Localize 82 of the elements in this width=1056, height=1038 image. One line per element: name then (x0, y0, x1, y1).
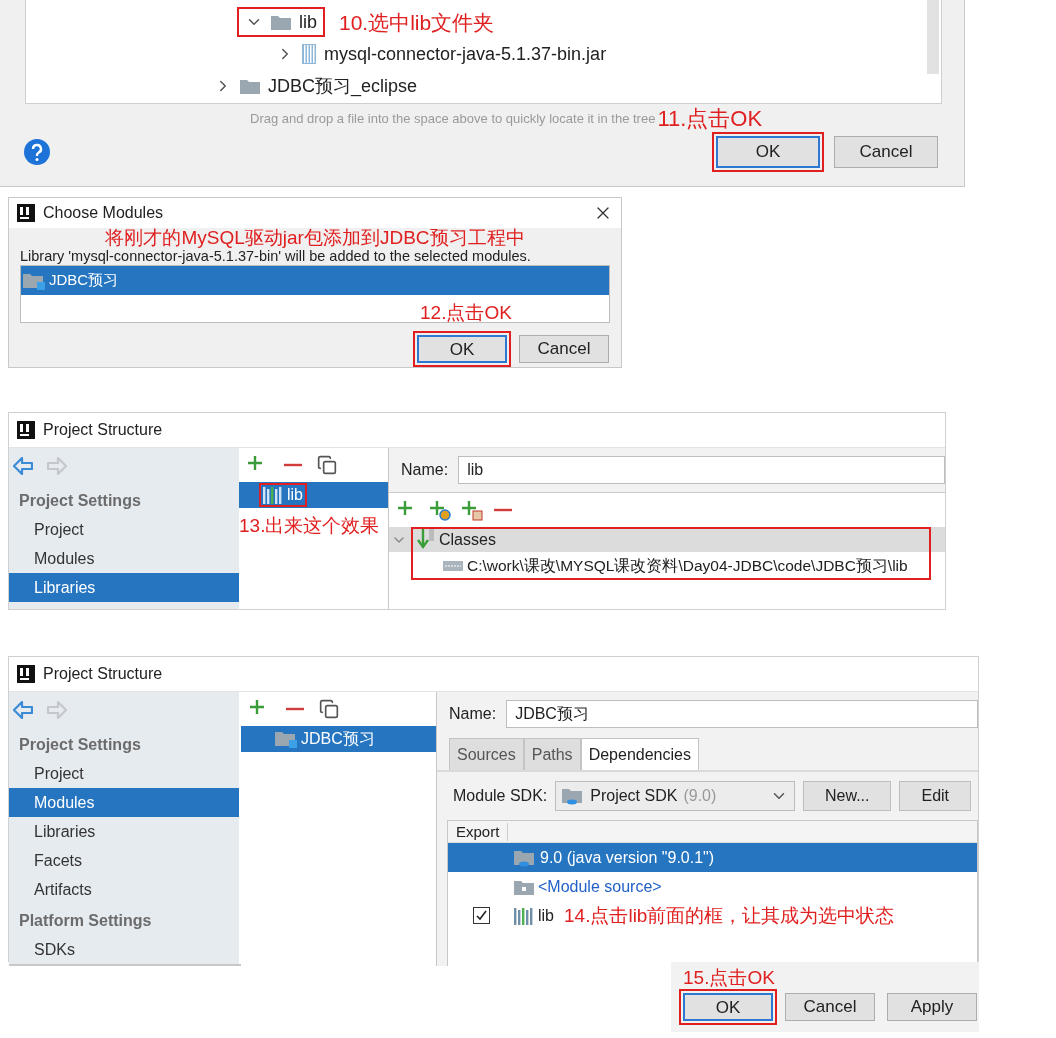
list-item[interactable]: JDBC预习 (241, 726, 436, 752)
dialog-button[interactable]: Cancel (785, 993, 875, 1021)
sidebar-item[interactable]: Project (9, 759, 239, 788)
dependency-name: 9.0 (java version "9.0.1") (540, 847, 715, 868)
dialog-button[interactable]: Cancel (834, 136, 938, 168)
sdk-button[interactable]: Edit (899, 781, 972, 811)
highlight-frame: lib (259, 483, 307, 507)
add-jar-icon[interactable] (461, 499, 483, 521)
column-header: Export (448, 822, 509, 841)
sidebar-item[interactable]: Artifacts (9, 875, 239, 904)
name-label: Name: (449, 704, 497, 724)
list-item[interactable]: lib (239, 482, 388, 508)
tab[interactable]: Paths (523, 738, 581, 770)
back-arrow-icon[interactable] (13, 701, 33, 719)
table-row[interactable]: lib 14.点击lib前面的框，让其成为选中状态 (448, 901, 977, 930)
dependency-name: lib (538, 905, 554, 926)
tab[interactable]: Sources (449, 738, 524, 770)
sdk-label: Module SDK: (453, 786, 548, 806)
scrollbar-thumb[interactable] (927, 0, 939, 74)
dependency-name: <Module source> (538, 876, 662, 897)
folder-icon (240, 78, 260, 94)
tree-item[interactable]: mysql-connector-java-5.1.37-bin.jar (324, 40, 607, 68)
classes-icon (417, 528, 435, 551)
help-icon[interactable] (24, 139, 50, 165)
hint-text: Drag and drop a file into the space above to quickly locate it in the tree (250, 109, 656, 128)
annotation-text: 14.点击lib前面的框，让其成为选中状态 (564, 906, 895, 925)
folder-icon (271, 14, 291, 30)
section-heading: Project Settings (18, 735, 142, 755)
jar-folder-icon (443, 561, 463, 571)
library-icon (514, 906, 534, 925)
sidebar-item[interactable]: Libraries (9, 573, 239, 602)
module-list-item[interactable]: JDBC预习 (21, 266, 609, 295)
tree-row[interactable]: C:\work\课改\MYSQL课改资料\Day04-JDBC\code\JDBC预习\lib (389, 552, 945, 580)
sdk-folder-icon (562, 787, 585, 805)
add-remote-icon[interactable] (429, 499, 451, 521)
tree-item[interactable]: lib (299, 8, 317, 36)
app-logo-icon (17, 665, 35, 683)
section-heading: Platform Settings (18, 911, 153, 931)
checkbox[interactable] (472, 907, 490, 924)
dialog-button[interactable]: OK (683, 993, 773, 1021)
sidebar-item[interactable]: Project (9, 515, 239, 544)
sidebar-item[interactable]: Modules (9, 544, 239, 573)
window-title: Choose Modules (43, 203, 164, 223)
section-heading: Project Settings (18, 491, 142, 511)
annotation-text: 将刚才的MySQL驱动jar包添加到JDBC预习工程中 (105, 228, 525, 247)
library-icon (263, 486, 283, 504)
module-folder-icon (275, 730, 297, 748)
tree-row[interactable]: Classes (389, 527, 945, 552)
annotation-text: 10.选中lib文件夹 (339, 11, 495, 33)
dialog-button[interactable]: OK (417, 335, 507, 363)
sdk-dropdown[interactable]: Project SDK (9.0) (555, 781, 796, 811)
annotation-text: 12.点击OK (420, 303, 512, 322)
window-title: Project Structure (43, 420, 163, 440)
source-folder-icon (514, 878, 534, 895)
dialog-button[interactable]: OK (716, 136, 820, 168)
name-label: Name: (401, 460, 449, 480)
description-text: Library 'mysql-connector-java-5.1.37-bin' will be added to the selected modules. (19, 248, 532, 265)
jar-icon (302, 44, 316, 64)
app-logo-icon (17, 421, 35, 439)
name-field[interactable]: lib (458, 456, 945, 484)
name-field[interactable]: JDBC预习 (506, 700, 978, 728)
dialog-button[interactable]: Cancel (519, 335, 609, 363)
annotation-text: 11.点击OK (657, 108, 763, 130)
table-row[interactable]: 9.0 (java version "9.0.1") (448, 843, 977, 872)
annotation-text: 13.出来这个效果 (239, 516, 381, 535)
back-arrow-icon[interactable] (13, 457, 33, 475)
copy-icon[interactable] (317, 455, 337, 475)
sdk-folder-icon (514, 848, 536, 867)
app-logo-icon (17, 204, 35, 222)
module-folder-icon (23, 271, 45, 290)
copy-icon[interactable] (319, 699, 339, 719)
sidebar-item[interactable]: SDKs (9, 935, 239, 964)
table-row[interactable]: <Module source> (448, 872, 977, 901)
window-title: Project Structure (43, 664, 163, 684)
dialog-button[interactable]: Apply (887, 993, 977, 1021)
sidebar-item[interactable]: Facets (9, 846, 239, 875)
annotation-text: 15.点击OK (682, 966, 776, 987)
tab[interactable]: Dependencies (580, 738, 699, 770)
sidebar-item[interactable]: Libraries (9, 817, 239, 846)
tree-item[interactable]: JDBC预习_eclipse (268, 72, 418, 100)
sidebar-item[interactable]: Modules (9, 788, 239, 817)
sdk-button[interactable]: New... (803, 781, 892, 811)
